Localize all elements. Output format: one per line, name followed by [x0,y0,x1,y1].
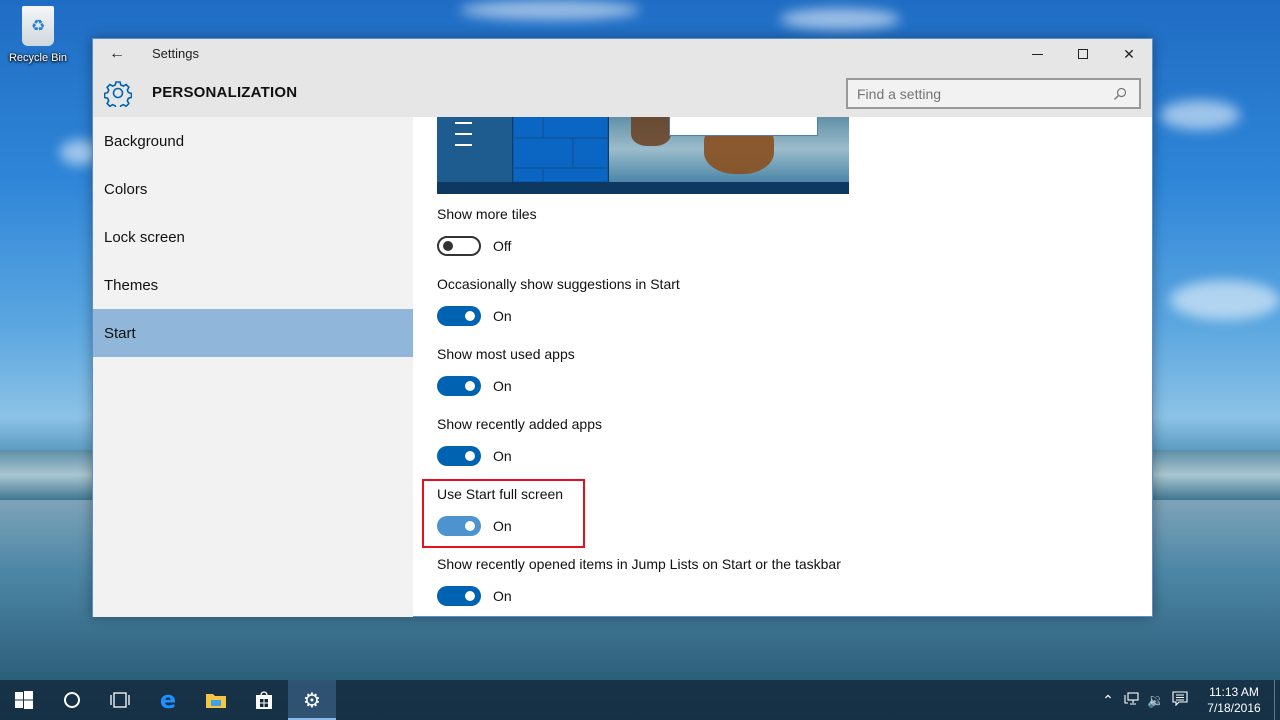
setting-show-jump-list-items: Show recently opened items in Jump Lists… [437,556,841,606]
toggle-switch[interactable] [437,236,481,256]
close-icon: ✕ [1123,45,1135,62]
cloud [460,0,640,20]
clock-time: 11:13 AM [1209,685,1259,699]
cortana-button[interactable] [48,680,96,720]
minimize-icon [1031,53,1043,55]
system-tray: ⌃ 🔉 11:13 AM 7/18/2016 [1096,680,1280,720]
setting-label: Show more tiles [437,206,537,222]
toggle-state: On [493,308,512,324]
show-desktop-button[interactable] [1274,680,1280,720]
task-view-button[interactable] [96,680,144,720]
clock-date: 7/18/2016 [1207,701,1261,715]
toggle-state: On [493,588,512,604]
start-button[interactable] [0,680,48,720]
action-center-icon[interactable] [1168,691,1192,709]
file-explorer-button[interactable] [192,680,240,720]
cortana-circle-icon [64,692,80,708]
setting-label: Occasionally show suggestions in Start [437,276,680,292]
volume-icon[interactable]: 🔉 [1144,692,1168,709]
page-title: PERSONALIZATION [152,84,298,101]
toggle-switch[interactable] [437,306,481,326]
title-bar[interactable]: ← Settings ✕ [93,39,1152,69]
start-preview-image [437,117,849,194]
back-arrow-icon: ← [109,45,125,62]
sidebar-item-themes[interactable]: Themes [93,261,413,309]
recycle-bin-icon [22,6,54,46]
settings-header: PERSONALIZATION [93,69,1152,117]
gear-icon: ⚙ [303,689,321,712]
search-input[interactable] [848,85,1108,102]
toggle-switch[interactable] [437,376,481,396]
maximize-button[interactable] [1060,39,1106,69]
setting-show-suggestions: Occasionally show suggestions in Start O… [437,276,680,326]
highlight-box [422,479,585,548]
sidebar: Background Colors Lock screen Themes Sta… [93,117,413,617]
recycle-bin-label: Recycle Bin [8,52,68,64]
toggle-state: Off [493,238,512,254]
preview-tiles [513,117,608,182]
sidebar-item-colors[interactable]: Colors [93,165,413,213]
clock[interactable]: 11:13 AM 7/18/2016 [1198,684,1270,716]
edge-icon: e [159,686,177,714]
search-box[interactable] [846,78,1141,109]
store-bag-icon [256,691,272,709]
window-title: Settings [152,46,199,61]
taskbar: e ⚙ ⌃ 🔉 11:13 AM 7/18/2016 [0,680,1280,720]
sidebar-item-lock-screen[interactable]: Lock screen [93,213,413,261]
toggle-switch[interactable] [437,446,481,466]
store-button[interactable] [240,680,288,720]
preview-window [669,117,818,136]
sidebar-item-background[interactable]: Background [93,117,413,165]
toggle-state: On [493,378,512,394]
close-button[interactable]: ✕ [1106,39,1152,69]
task-view-icon [110,692,130,708]
network-icon[interactable] [1120,691,1144,709]
settings-window: ← Settings ✕ PERSONALIZATION Background … [92,38,1153,617]
preview-taskbar [437,182,849,194]
cloud [780,8,900,30]
setting-label: Show recently opened items in Jump Lists… [437,556,841,572]
toggle-state: On [493,448,512,464]
windows-logo-icon [15,691,33,709]
cloud [1160,100,1240,130]
cloud [1170,280,1280,320]
back-button[interactable]: ← [103,43,131,65]
edge-button[interactable]: e [144,680,192,720]
sidebar-item-start[interactable]: Start [93,309,413,357]
setting-label: Show most used apps [437,346,575,362]
toggle-switch[interactable] [437,586,481,606]
minimize-button[interactable] [1014,39,1060,69]
setting-show-recently-added-apps: Show recently added apps On [437,416,602,466]
search-icon[interactable] [1108,87,1132,101]
gear-icon [104,81,132,107]
setting-label: Show recently added apps [437,416,602,432]
preview-start-menu [437,117,512,182]
setting-show-more-tiles: Show more tiles Off [437,206,537,256]
folder-icon [206,694,226,708]
chevron-up-icon[interactable]: ⌃ [1096,692,1120,709]
desktop-icon-recycle-bin[interactable]: Recycle Bin [6,6,70,64]
setting-show-most-used-apps: Show most used apps On [437,346,575,396]
maximize-icon [1078,49,1088,59]
settings-taskbar-button[interactable]: ⚙ [288,680,336,720]
